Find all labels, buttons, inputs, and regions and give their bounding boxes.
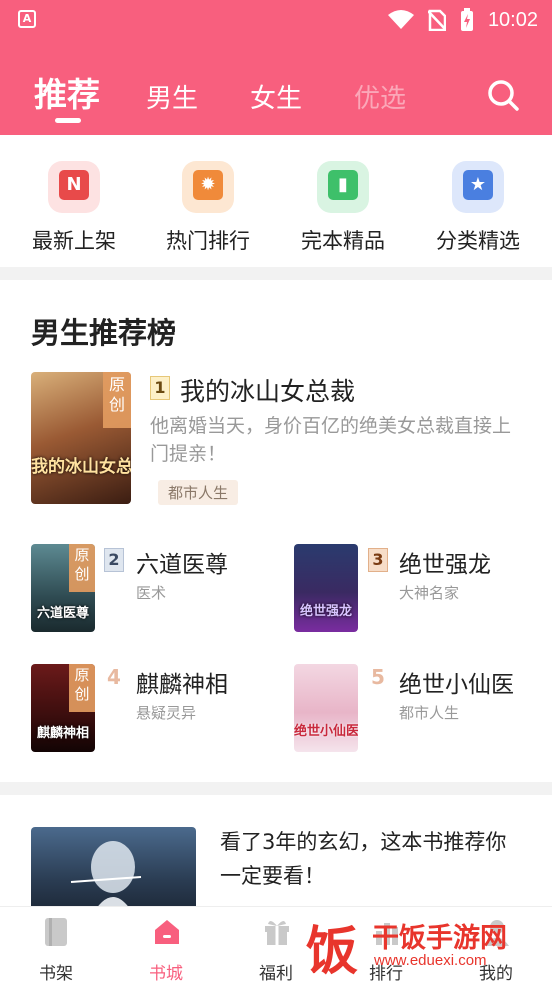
nav-bookshelf[interactable]: 书架 xyxy=(16,917,96,981)
category-tabs: 推荐 男生 女生 优选 xyxy=(0,70,552,120)
nav-label: 书架 xyxy=(39,964,73,981)
cover-title: 麒麟神相 xyxy=(36,726,89,741)
book-cover-top[interactable]: 原创 我的冰山女总裁 xyxy=(31,372,131,504)
tab-featured[interactable]: 优选 xyxy=(354,74,406,124)
quick-entry-finished[interactable]: ▮ 完本精品 xyxy=(283,161,403,255)
quick-entry-hot[interactable]: ✹ 热门排行 xyxy=(148,161,268,255)
rank-badge-3: 3 xyxy=(368,548,388,572)
cover-title: 六道医尊 xyxy=(36,606,89,621)
book-tag: 都市人生 xyxy=(158,480,239,505)
status-time: 10:02 xyxy=(487,8,538,31)
quick-entry-label: 分类精选 xyxy=(436,229,520,253)
book-cover[interactable]: 绝世小仙医 xyxy=(294,664,358,752)
original-badge: 原创 xyxy=(103,372,131,428)
rank-number-4: 4 xyxy=(107,665,121,689)
book-cover[interactable]: 原创 麒麟神相 xyxy=(31,664,95,752)
finished-book-icon: ▮ xyxy=(317,161,369,213)
nav-bookstore[interactable]: 书城 xyxy=(126,917,206,981)
site-watermark: 饭 干饭手游网 www.eduexi.com xyxy=(300,906,552,981)
search-icon[interactable] xyxy=(486,78,520,112)
quick-entry-new[interactable]: N 最新上架 xyxy=(14,161,134,255)
tab-recommend[interactable]: 推荐 xyxy=(34,70,100,120)
category-star-icon: ★ xyxy=(452,161,504,213)
book-category: 大神名家 xyxy=(399,584,460,602)
article-title[interactable]: 看了3年的玄幻，这本书推荐你一定要看！ xyxy=(220,825,525,893)
book-category: 都市人生 xyxy=(399,704,460,722)
active-tab-indicator xyxy=(55,118,81,123)
quick-entry-label: 最新上架 xyxy=(32,229,116,253)
quick-entry-category[interactable]: ★ 分类精选 xyxy=(418,161,538,255)
original-badge: 原创 xyxy=(69,544,95,592)
book-title[interactable]: 我的冰山女总裁 xyxy=(180,372,355,408)
quick-entry-bar: N 最新上架 ✹ 热门排行 ▮ 完本精品 ★ 分类精选 xyxy=(0,135,552,267)
no-sim-icon xyxy=(427,9,446,31)
book-cover[interactable]: 绝世强龙 xyxy=(294,544,358,632)
cover-title: 我的冰山女总裁 xyxy=(31,457,131,477)
section-title: 男生推荐榜 xyxy=(31,316,177,350)
rank-badge-1: 1 xyxy=(150,376,170,400)
home-icon xyxy=(152,917,180,947)
hot-rank-icon: ✹ xyxy=(182,161,234,213)
book-description: 他离婚当天，身价百亿的绝美女总裁直接上门提亲！ xyxy=(150,415,512,465)
watermark-logo: 饭 xyxy=(306,921,359,981)
original-badge: 原创 xyxy=(69,664,95,712)
app-notification-icon: A xyxy=(18,10,36,28)
book-cover[interactable]: 原创 六道医尊 xyxy=(31,544,95,632)
article-image xyxy=(31,827,196,917)
top-header: A 10:02 推荐 男生 女生 优选 xyxy=(0,0,552,135)
quick-entry-label: 完本精品 xyxy=(301,229,385,253)
watermark-name: 干饭手游网 xyxy=(372,923,507,954)
rank-badge-2: 2 xyxy=(104,548,124,572)
book-title[interactable]: 绝世强龙 xyxy=(399,545,491,579)
book-category: 医术 xyxy=(136,584,167,602)
book-category: 悬疑灵异 xyxy=(136,704,197,722)
tab-male[interactable]: 男生 xyxy=(146,74,198,124)
rank-number-5: 5 xyxy=(371,665,385,689)
book-title[interactable]: 麒麟神相 xyxy=(136,665,228,699)
new-shelf-icon: N xyxy=(48,161,100,213)
battery-charging-icon xyxy=(460,8,473,31)
status-icons: 10:02 xyxy=(387,6,538,34)
quick-entry-label: 热门排行 xyxy=(166,229,250,253)
cover-title: 绝世小仙医 xyxy=(294,724,358,739)
male-ranking-card: 男生推荐榜 原创 我的冰山女总裁 1 我的冰山女总裁 他离婚当天，身价百亿的绝美… xyxy=(0,280,552,782)
book-title[interactable]: 绝世小仙医 xyxy=(399,665,514,699)
status-bar: A 10:02 xyxy=(0,0,552,40)
book-title[interactable]: 六道医尊 xyxy=(136,545,228,579)
article-illustration xyxy=(70,841,142,917)
tab-female[interactable]: 女生 xyxy=(250,74,302,124)
wifi-icon xyxy=(387,10,414,29)
nav-label: 书城 xyxy=(149,964,183,981)
watermark-url: www.eduexi.com xyxy=(374,952,487,969)
gift-icon xyxy=(262,917,290,947)
cover-title: 绝世强龙 xyxy=(299,604,352,619)
bookshelf-icon xyxy=(42,917,70,947)
